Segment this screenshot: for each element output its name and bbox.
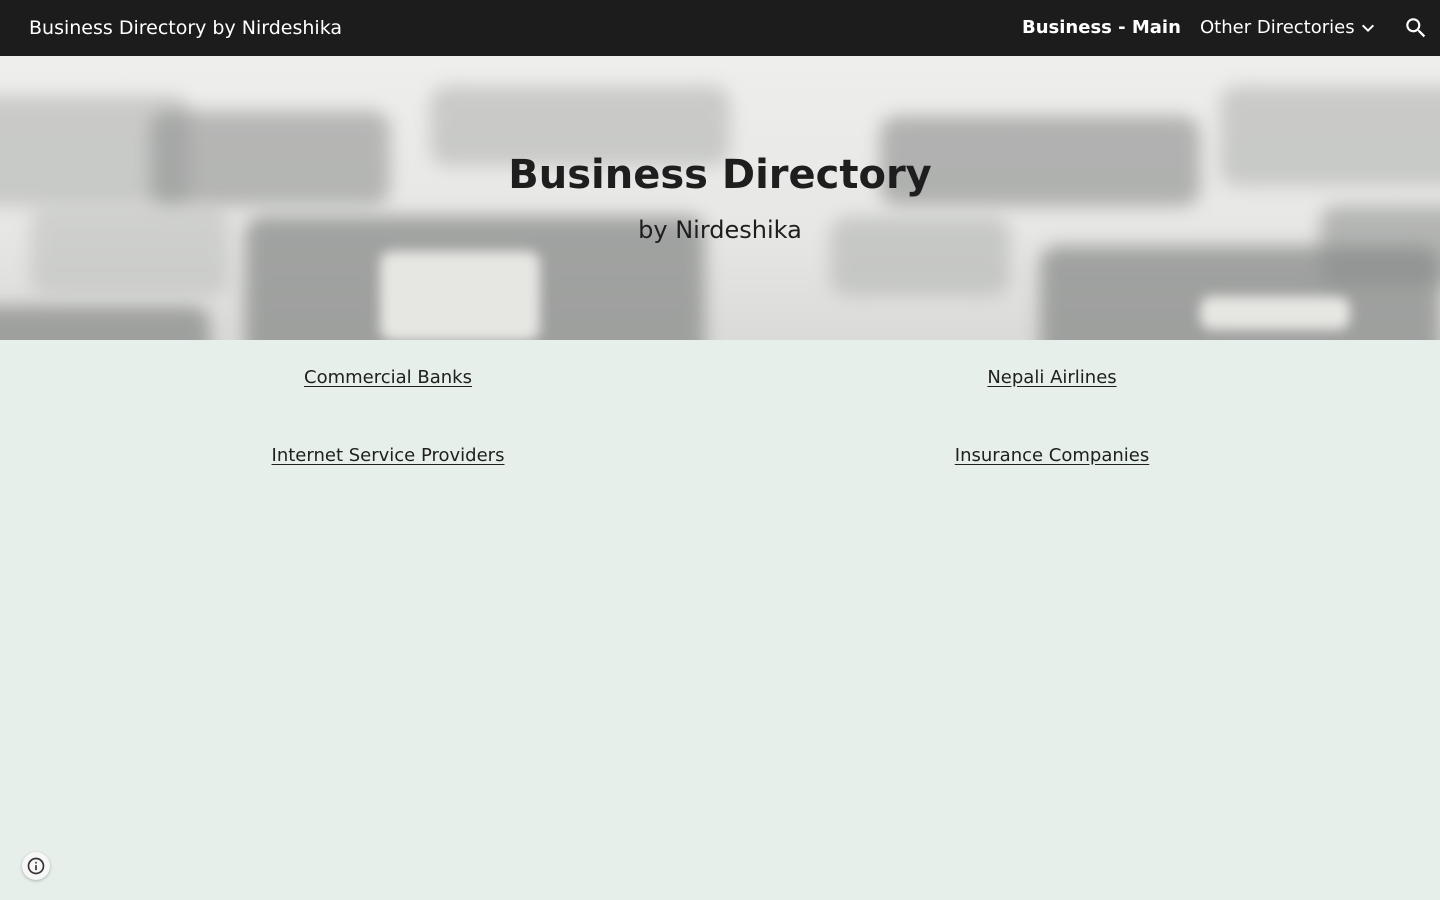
page-subtitle: by Nirdeshika xyxy=(638,216,802,244)
nav-item-other-directories[interactable]: Other Directories xyxy=(1200,16,1380,40)
info-icon[interactable] xyxy=(22,852,50,880)
nav-item-business-main[interactable]: Business - Main xyxy=(1022,16,1181,40)
page-title: Business Directory xyxy=(508,152,932,198)
search-icon[interactable] xyxy=(1403,15,1429,41)
link-internet-service-providers[interactable]: Internet Service Providers xyxy=(138,444,638,468)
link-insurance-companies[interactable]: Insurance Companies xyxy=(802,444,1302,468)
chevron-down-icon[interactable] xyxy=(1356,16,1380,40)
site-title-link[interactable]: Business Directory by Nirdeshika xyxy=(29,16,342,40)
nav-item-other-directories-label: Other Directories xyxy=(1200,17,1355,38)
link-nepali-airlines[interactable]: Nepali Airlines xyxy=(802,366,1302,390)
link-commercial-banks[interactable]: Commercial Banks xyxy=(138,366,638,390)
top-navigation-bar: Business Directory by Nirdeshika Busines… xyxy=(0,0,1440,56)
hero-banner: Business Directory by Nirdeshika xyxy=(0,56,1440,340)
